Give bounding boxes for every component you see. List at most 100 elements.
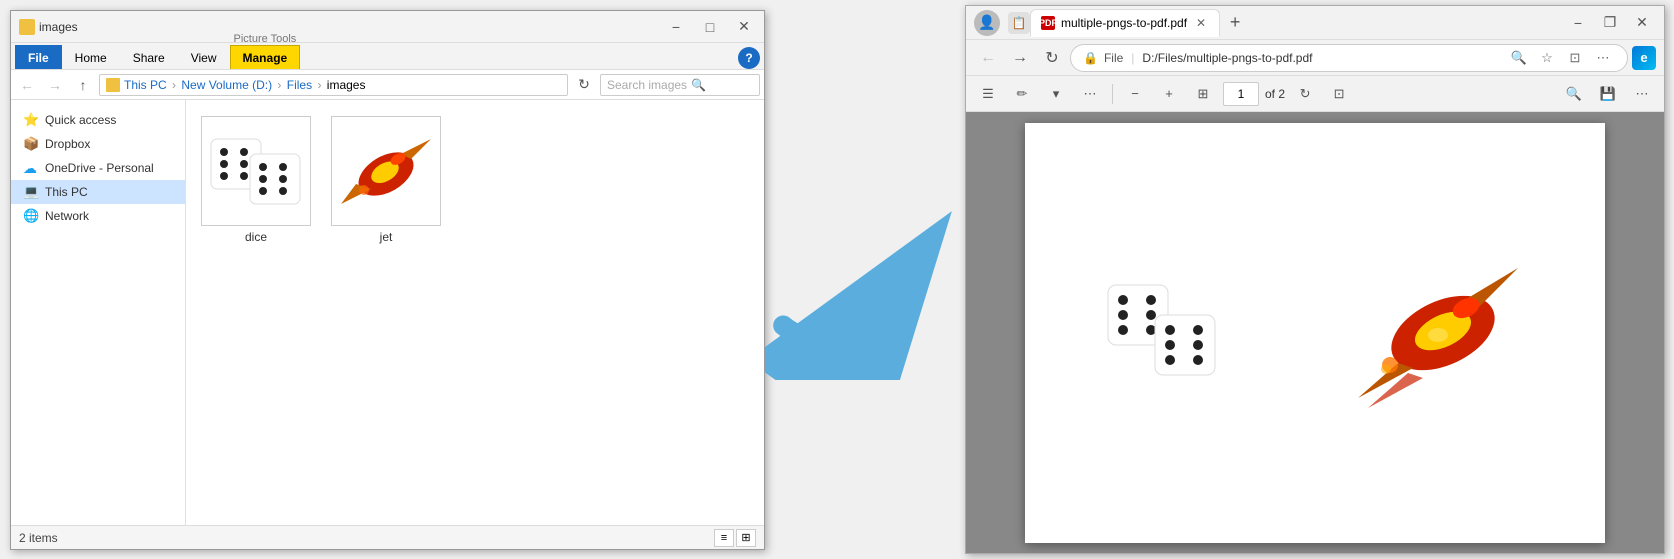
breadcrumb-folder-icon bbox=[106, 78, 120, 92]
pdf-draw-button[interactable]: ✏ bbox=[1008, 80, 1036, 108]
browser-tab-pdf[interactable]: PDF multiple-pngs-to-pdf.pdf ✕ bbox=[1030, 9, 1220, 37]
back-button[interactable]: ← bbox=[15, 73, 39, 97]
status-bar: 2 items ≡ ⊞ bbox=[11, 525, 764, 549]
new-tab-button[interactable]: + bbox=[1222, 10, 1248, 36]
tab-close-button[interactable]: ✕ bbox=[1193, 15, 1209, 31]
refresh-button[interactable]: ↻ bbox=[572, 73, 596, 97]
split-view-icon[interactable]: ⊡ bbox=[1563, 46, 1587, 70]
jet-file-name: jet bbox=[380, 230, 393, 244]
address-lock-icon: 🔒 bbox=[1083, 51, 1098, 65]
ribbon-tabs: File Home Share View Picture Tools Manag… bbox=[11, 43, 764, 69]
tab-home[interactable]: Home bbox=[62, 45, 120, 69]
tab-bar: PDF multiple-pngs-to-pdf.pdf ✕ + bbox=[1030, 9, 1564, 37]
conversion-arrow bbox=[765, 180, 965, 380]
address-protocol: File bbox=[1104, 51, 1123, 65]
zoom-icon[interactable]: 🔍 bbox=[1507, 46, 1531, 70]
browser-forward-button[interactable]: → bbox=[1006, 44, 1034, 72]
explorer-window: images − □ ✕ File Home Share View Pictur… bbox=[10, 10, 765, 550]
sidebar-label-this-pc: This PC bbox=[45, 185, 88, 199]
sidebar-label-onedrive: OneDrive - Personal bbox=[45, 161, 154, 175]
browser-extension-icon[interactable]: 📋 bbox=[1008, 12, 1030, 34]
pdf-zoom-out-button[interactable]: − bbox=[1121, 80, 1149, 108]
browser-window: 👤 📋 PDF multiple-pngs-to-pdf.pdf ✕ + − ❐… bbox=[965, 5, 1665, 554]
tab-title: multiple-pngs-to-pdf.pdf bbox=[1061, 16, 1187, 30]
address-bar: ← → ↑ This PC › New Volume (D:) › Files … bbox=[11, 70, 764, 100]
dropbox-icon bbox=[23, 136, 39, 152]
dice-file-name: dice bbox=[245, 230, 267, 244]
list-item[interactable]: dice bbox=[196, 110, 316, 250]
pdf-zoom-in-button[interactable]: + bbox=[1155, 80, 1183, 108]
sidebar: Quick access Dropbox OneDrive - Personal… bbox=[11, 100, 186, 525]
pdf-more-button[interactable]: ⋯ bbox=[1076, 80, 1104, 108]
browser-maximize-button[interactable]: ❐ bbox=[1596, 12, 1624, 34]
address-separator: | bbox=[1131, 51, 1134, 65]
pdf-rotate-button[interactable]: ↻ bbox=[1291, 80, 1319, 108]
favorites-icon[interactable]: ☆ bbox=[1535, 46, 1559, 70]
breadcrumb: This PC › New Volume (D:) › Files › imag… bbox=[99, 74, 568, 96]
search-icon[interactable]: 🔍 bbox=[691, 78, 706, 92]
pdf-page-input[interactable] bbox=[1223, 82, 1259, 106]
browser-toolbar: ← → ↻ 🔒 File | D:/Files/multiple-pngs-to… bbox=[966, 40, 1664, 76]
pdf-jet-group bbox=[1348, 253, 1528, 413]
pdf-jet-image bbox=[1348, 253, 1528, 413]
tab-manage[interactable]: Manage bbox=[230, 45, 301, 69]
arrow-container bbox=[765, 0, 965, 559]
pdf-outline-button[interactable]: ☰ bbox=[974, 80, 1002, 108]
grid-view-button[interactable]: ⊞ bbox=[736, 529, 756, 547]
file-grid: dice bbox=[186, 100, 764, 525]
pdf-toolbar: ☰ ✏ ▾ ⋯ − + ⊞ of 2 ↻ ⊡ 🔍 💾 ⋯ bbox=[966, 76, 1664, 112]
sidebar-item-quick-access[interactable]: Quick access bbox=[11, 108, 185, 132]
sidebar-item-network[interactable]: Network bbox=[11, 204, 185, 228]
tab-file[interactable]: File bbox=[15, 45, 62, 69]
pdf-save-button[interactable]: 💾 bbox=[1594, 80, 1622, 108]
breadcrumb-text: This PC › New Volume (D:) › Files › imag… bbox=[124, 78, 365, 92]
sidebar-label-dropbox: Dropbox bbox=[45, 137, 90, 151]
sidebar-item-this-pc[interactable]: This PC bbox=[11, 180, 185, 204]
star-icon bbox=[23, 112, 39, 128]
browser-title-controls: − ❐ ✕ bbox=[1564, 12, 1656, 34]
pdf-dice-group bbox=[1103, 275, 1233, 390]
sidebar-label-quick-access: Quick access bbox=[45, 113, 116, 127]
forward-button[interactable]: → bbox=[43, 73, 67, 97]
browser-more-btn[interactable]: ⋯ bbox=[1591, 46, 1615, 70]
pc-icon bbox=[23, 184, 39, 200]
help-button[interactable]: ? bbox=[738, 47, 760, 69]
sidebar-item-dropbox[interactable]: Dropbox bbox=[11, 132, 185, 156]
pdf-fit-button[interactable]: ⊞ bbox=[1189, 80, 1217, 108]
edge-logo-icon: e bbox=[1632, 46, 1656, 70]
jet-image bbox=[336, 124, 436, 219]
browser-minimize-button[interactable]: − bbox=[1564, 12, 1592, 34]
pdf-draw-dropdown[interactable]: ▾ bbox=[1042, 80, 1070, 108]
picture-tools-label: Picture Tools bbox=[230, 33, 297, 45]
address-right-icons: 🔍 ☆ ⊡ ⋯ bbox=[1507, 46, 1615, 70]
pdf-search-button[interactable]: 🔍 bbox=[1560, 80, 1588, 108]
tab-share[interactable]: Share bbox=[120, 45, 178, 69]
sidebar-label-network: Network bbox=[45, 209, 89, 223]
status-count: 2 items bbox=[19, 531, 58, 545]
pdf-fit-page-button[interactable]: ⊡ bbox=[1325, 80, 1353, 108]
tab-favicon: PDF bbox=[1041, 16, 1055, 30]
pdf-page-total: of 2 bbox=[1265, 87, 1285, 101]
list-item[interactable]: jet bbox=[326, 110, 446, 250]
pdf-menu-button[interactable]: ⋯ bbox=[1628, 80, 1656, 108]
pdf-dice-image bbox=[1103, 275, 1233, 390]
sidebar-item-onedrive[interactable]: OneDrive - Personal bbox=[11, 156, 185, 180]
dice-image bbox=[206, 124, 306, 219]
browser-back-button[interactable]: ← bbox=[974, 44, 1002, 72]
title-bar-left: images bbox=[19, 19, 78, 35]
jet-thumbnail bbox=[331, 116, 441, 226]
browser-title-left: 👤 📋 bbox=[974, 10, 1030, 36]
list-view-button[interactable]: ≡ bbox=[714, 529, 734, 547]
address-input[interactable]: 🔒 File | D:/Files/multiple-pngs-to-pdf.p… bbox=[1070, 44, 1628, 72]
pdf-content bbox=[966, 112, 1664, 553]
tab-view[interactable]: View bbox=[178, 45, 230, 69]
browser-close-button[interactable]: ✕ bbox=[1628, 12, 1656, 34]
pdf-page bbox=[1025, 123, 1605, 543]
up-button[interactable]: ↑ bbox=[71, 73, 95, 97]
search-bar: Search images 🔍 bbox=[600, 74, 760, 96]
main-area: Quick access Dropbox OneDrive - Personal… bbox=[11, 100, 764, 525]
explorer-title: images bbox=[39, 20, 78, 34]
network-icon bbox=[23, 208, 39, 224]
browser-avatar: 👤 bbox=[974, 10, 1000, 36]
browser-refresh-button[interactable]: ↻ bbox=[1038, 44, 1066, 72]
